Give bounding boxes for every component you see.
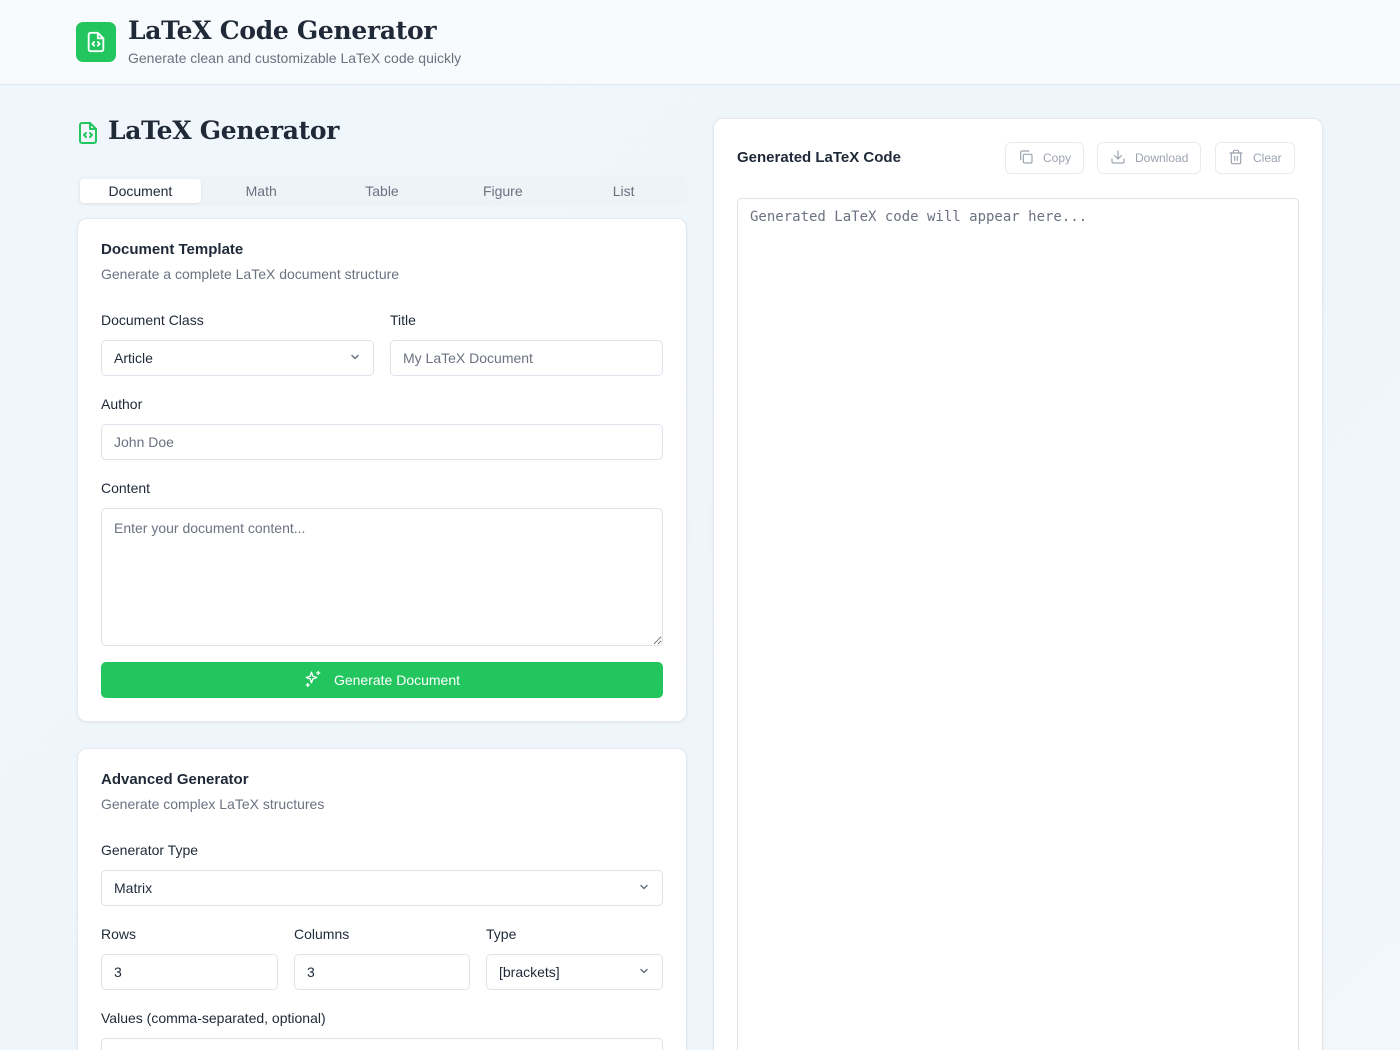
generator-tabs: Document Math Table Figure List <box>77 176 687 206</box>
generate-document-button[interactable]: Generate Document <box>101 662 663 698</box>
type-label: Type <box>486 926 517 942</box>
bracket-type-value: [brackets] <box>499 964 560 980</box>
author-input[interactable] <box>101 424 663 460</box>
chevron-down-icon <box>638 955 650 989</box>
generator-type-value: Matrix <box>114 880 153 896</box>
app-header: LaTeX Code Generator Generate clean and … <box>0 0 1400 85</box>
title-label: Title <box>390 312 416 328</box>
section-title: LaTeX Generator <box>108 116 340 145</box>
latex-output-textarea[interactable] <box>737 198 1299 1050</box>
advanced-generator-description: Generate complex LaTeX structures <box>101 796 325 812</box>
tab-math[interactable]: Math <box>201 179 322 203</box>
tab-figure[interactable]: Figure <box>442 179 563 203</box>
document-template-title: Document Template <box>101 241 244 258</box>
file-code-logo-icon <box>76 22 116 62</box>
copy-label: Copy <box>1043 151 1072 165</box>
chevron-down-icon <box>638 871 650 905</box>
file-code-icon <box>78 121 98 150</box>
app-subtitle: Generate clean and customizable LaTeX co… <box>128 50 462 66</box>
clear-label: Clear <box>1253 151 1282 165</box>
document-template-card <box>77 218 687 722</box>
rows-input[interactable] <box>101 954 278 990</box>
tab-list[interactable]: List <box>563 179 684 203</box>
download-icon <box>1110 149 1126 168</box>
rows-label: Rows <box>101 926 137 942</box>
content-textarea[interactable] <box>101 508 663 646</box>
columns-label: Columns <box>294 926 350 942</box>
generate-document-label: Generate Document <box>333 672 461 688</box>
output-title: Generated LaTeX Code <box>737 149 901 166</box>
author-label: Author <box>101 396 143 412</box>
download-label: Download <box>1135 151 1189 165</box>
columns-input[interactable] <box>294 954 470 990</box>
document-class-select[interactable]: Article <box>101 340 374 376</box>
document-template-description: Generate a complete LaTeX document struc… <box>101 266 400 282</box>
download-button[interactable]: Download <box>1097 142 1202 174</box>
chevron-down-icon <box>349 341 361 375</box>
document-class-label: Document Class <box>101 312 204 328</box>
trash-icon <box>1228 149 1244 168</box>
values-input[interactable] <box>101 1038 663 1050</box>
generator-type-select[interactable]: Matrix <box>101 870 663 906</box>
clear-button[interactable]: Clear <box>1215 142 1295 174</box>
copy-button[interactable]: Copy <box>1005 142 1085 174</box>
title-input[interactable] <box>390 340 663 376</box>
advanced-generator-title: Advanced Generator <box>101 771 249 788</box>
tab-document[interactable]: Document <box>80 179 201 203</box>
document-class-value: Article <box>114 350 153 366</box>
generator-type-label: Generator Type <box>101 842 199 858</box>
app-title: LaTeX Code Generator <box>128 16 437 45</box>
tab-table[interactable]: Table <box>322 179 443 203</box>
sparkles-icon <box>304 670 322 691</box>
values-label: Values (comma-separated, optional) <box>101 1010 326 1026</box>
copy-icon <box>1018 149 1034 168</box>
bracket-type-select[interactable]: [brackets] <box>486 954 663 990</box>
content-label: Content <box>101 480 151 496</box>
